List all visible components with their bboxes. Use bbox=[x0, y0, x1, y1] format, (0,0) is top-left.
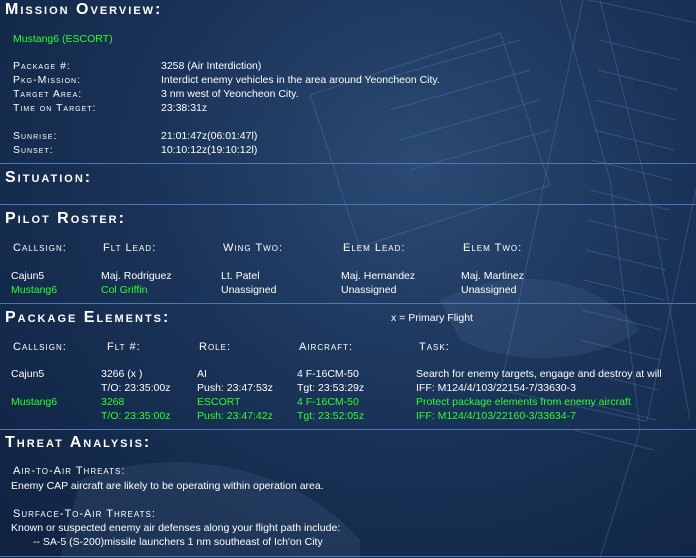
briefing-panel: Mission Overview: Mustang6 (ESCORT) Pack… bbox=[0, 0, 696, 558]
package-col-aircraft: Aircraft: bbox=[299, 341, 354, 353]
sunset-label: Sunset: bbox=[13, 144, 54, 156]
package-push: Push: 23:47:53z bbox=[197, 382, 273, 394]
air-to-air-text: Enemy CAP aircraft are likely to be oper… bbox=[11, 480, 324, 492]
pkg-mission-value: Interdict enemy vehicles in the area aro… bbox=[161, 74, 440, 86]
package-takeoff: T/O: 23:35:00z bbox=[101, 382, 171, 394]
situation-heading: Situation: bbox=[5, 169, 93, 186]
time-on-target-value: 23:38:31z bbox=[161, 102, 208, 114]
roster-cell: Maj. Rodriguez bbox=[101, 270, 172, 282]
package-col-role: Role: bbox=[199, 341, 232, 353]
section-divider bbox=[0, 204, 696, 205]
package-callsign: Mustang6 bbox=[11, 396, 58, 408]
roster-cell: Maj. Martinez bbox=[461, 270, 525, 282]
roster-col-callsign: Callsign: bbox=[13, 242, 67, 254]
package-number-label: Package #: bbox=[13, 60, 71, 72]
surface-to-air-item: -- SA-5 (S-200)missile launchers 1 nm so… bbox=[33, 536, 323, 548]
time-on-target-label: Time on Target: bbox=[13, 102, 97, 114]
surface-to-air-text: Known or suspected enemy air defenses al… bbox=[11, 522, 341, 534]
roster-cell: Maj. Hernandez bbox=[341, 270, 416, 282]
sunrise-label: Sunrise: bbox=[13, 130, 58, 142]
section-divider bbox=[0, 163, 696, 164]
package-flt: 3268 bbox=[101, 396, 125, 408]
section-divider bbox=[0, 429, 696, 430]
package-role: AI bbox=[197, 368, 207, 380]
pkg-mission-label: Pkg-Mission: bbox=[13, 74, 82, 86]
package-tgt-time: Tgt: 23:53:29z bbox=[297, 382, 365, 394]
package-iff: IFF: M124/4/103/22154-7/33630-3 bbox=[416, 382, 576, 394]
package-col-task: Task: bbox=[419, 341, 450, 353]
package-aircraft: 4 F-16CM-50 bbox=[297, 368, 359, 380]
package-push: Push: 23:47:42z bbox=[197, 410, 273, 422]
roster-cell: Unassigned bbox=[221, 284, 277, 296]
package-task: Search for enemy targets, engage and des… bbox=[416, 368, 662, 380]
pilot-roster-heading: Pilot Roster: bbox=[5, 210, 126, 227]
package-task: Protect package elements from enemy airc… bbox=[416, 396, 631, 408]
surface-to-air-heading: Surface-To-Air Threats: bbox=[13, 508, 156, 520]
package-aircraft: 4 F-16CM-50 bbox=[297, 396, 359, 408]
sunrise-value: 21:01:47z(06:01:47l) bbox=[161, 130, 258, 142]
roster-col-wing-two: Wing Two: bbox=[223, 242, 284, 254]
package-number-value: 3258 (Air Interdiction) bbox=[161, 60, 262, 72]
roster-col-elem-two: Elem Two: bbox=[463, 242, 523, 254]
air-to-air-heading: Air-to-Air Threats: bbox=[13, 465, 126, 477]
flight-id: Mustang6 (ESCORT) bbox=[13, 33, 113, 45]
roster-cell: Mustang6 bbox=[11, 284, 58, 296]
roster-cell: Unassigned bbox=[341, 284, 397, 296]
roster-cell: Col Griffin bbox=[101, 284, 148, 296]
roster-col-elem-lead: Elem Lead: bbox=[343, 242, 406, 254]
roster-col-flt-lead: Flt Lead: bbox=[103, 242, 157, 254]
package-flt: 3266 (x ) bbox=[101, 368, 143, 380]
package-iff: IFF: M124/4/103/22160-3/33634-7 bbox=[416, 410, 576, 422]
roster-cell: Lt. Patel bbox=[221, 270, 260, 282]
package-callsign: Cajun5 bbox=[11, 368, 45, 380]
package-role: ESCORT bbox=[197, 396, 241, 408]
package-tgt-time: Tgt: 23:52:05z bbox=[297, 410, 365, 422]
package-col-flt: Flt #: bbox=[107, 341, 141, 353]
roster-cell: Cajun5 bbox=[11, 270, 45, 282]
mission-overview-heading: Mission Overview: bbox=[5, 1, 163, 18]
sunset-value: 10:10:12z(19:10:12l) bbox=[161, 144, 258, 156]
section-divider bbox=[0, 303, 696, 304]
primary-flight-legend: x = Primary Flight bbox=[391, 312, 473, 324]
target-area-value: 3 nm west of Yeoncheon City. bbox=[161, 88, 299, 100]
package-col-callsign: Callsign: bbox=[13, 341, 67, 353]
roster-cell: Unassigned bbox=[461, 284, 517, 296]
section-divider bbox=[0, 556, 696, 557]
package-elements-heading: Package Elements: bbox=[5, 309, 171, 326]
threat-analysis-heading: Threat Analysis: bbox=[5, 434, 152, 451]
package-takeoff: T/O: 23:35:00z bbox=[101, 410, 171, 422]
target-area-label: Target Area: bbox=[13, 88, 83, 100]
